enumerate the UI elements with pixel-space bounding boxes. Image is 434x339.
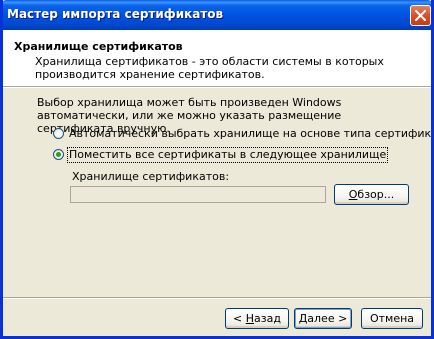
title-bar[interactable]: Мастер импорта сертификатов	[3, 0, 431, 30]
store-field-label: Хранилище сертификатов:	[72, 170, 230, 183]
footer-divider	[3, 297, 431, 299]
browse-label-rest: бзор...	[357, 188, 395, 201]
radio-label[interactable]: Поместить все сертификаты в следующее хр…	[66, 147, 389, 163]
back-accel: Н	[245, 312, 255, 325]
back-prefix: <	[233, 312, 246, 325]
back-button[interactable]: < Назад	[225, 308, 289, 329]
store-input[interactable]	[70, 186, 326, 203]
next-button[interactable]: Далее >	[294, 308, 352, 329]
window-title: Мастер импорта сертификатов	[7, 7, 224, 21]
close-button[interactable]	[410, 5, 431, 26]
page-title: Хранилище сертификатов	[14, 40, 183, 53]
wizard-header: Хранилище сертификатов Хранилища сертифи…	[3, 30, 431, 86]
close-icon	[415, 10, 426, 21]
browse-button[interactable]: Обзор...	[334, 184, 409, 205]
cancel-button[interactable]: Отмена	[361, 308, 423, 329]
next-label-rest: алее >	[307, 312, 348, 325]
radio-button[interactable]	[53, 128, 64, 139]
header-divider	[3, 86, 431, 88]
back-label-rest: азад	[254, 312, 281, 325]
page-description: Хранилища сертификатов - это области сис…	[35, 55, 384, 81]
radio-selected-dot	[56, 152, 61, 157]
radio-button-selected[interactable]	[53, 149, 64, 160]
radio-label[interactable]: Автоматически выбрать хранилище на основ…	[69, 127, 431, 141]
wizard-window: Мастер импорта сертификатов Хранилище се…	[0, 0, 434, 339]
next-accel: Д	[298, 312, 308, 325]
